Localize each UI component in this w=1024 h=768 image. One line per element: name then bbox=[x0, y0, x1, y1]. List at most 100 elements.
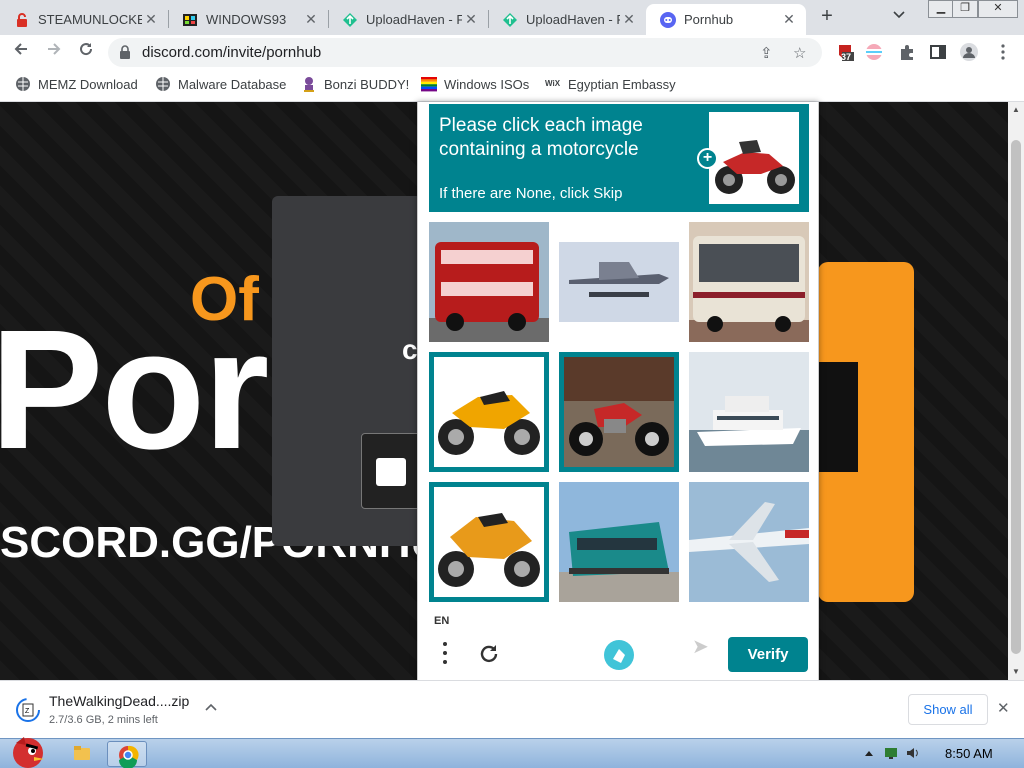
windows-taskbar: 8:50 AM bbox=[0, 737, 1024, 768]
captcha-tile-5[interactable] bbox=[559, 352, 679, 472]
close-tab-icon[interactable]: ✕ bbox=[142, 11, 160, 28]
bookmark-egyptian-embassy[interactable]: WiX Egyptian Embassy bbox=[545, 76, 676, 92]
browser-toolbar: discord.com/invite/pornhub ⇪ ☆ 37 bbox=[0, 35, 1024, 69]
tray-expand-arrow-icon[interactable] bbox=[862, 747, 876, 759]
tab-windows93[interactable]: WINDOWS93 ✕ bbox=[168, 4, 328, 35]
side-panel-icon[interactable] bbox=[929, 43, 947, 61]
network-status-icon[interactable] bbox=[884, 747, 898, 759]
scroll-up-arrow-icon[interactable]: ▲ bbox=[1008, 102, 1024, 118]
orange-logo-cutout bbox=[818, 362, 858, 472]
captcha-tile-8[interactable] bbox=[559, 482, 679, 602]
verify-button[interactable]: Verify bbox=[728, 637, 808, 672]
close-download-bar-icon[interactable]: ✕ bbox=[997, 699, 1010, 717]
close-tab-icon[interactable]: ✕ bbox=[462, 11, 480, 28]
example-zoom-plus-icon[interactable]: + bbox=[697, 148, 718, 169]
download-status: 2.7/3.6 GB, 2 mins left bbox=[49, 714, 158, 726]
tab-title: UploadHaven - F bbox=[366, 12, 462, 27]
taskbar-clock[interactable]: 8:50 AM bbox=[945, 746, 993, 761]
maximize-button[interactable]: ❐ bbox=[952, 0, 978, 18]
example-motorcycle-image bbox=[709, 112, 799, 204]
close-window-button[interactable]: ✕ bbox=[978, 0, 1018, 18]
browser-menu-icon[interactable] bbox=[994, 43, 1012, 61]
bookmark-memz[interactable]: MEMZ Download bbox=[15, 76, 138, 92]
mouse-cursor-icon: ➤ bbox=[692, 636, 709, 658]
challenge-menu-icon[interactable] bbox=[442, 640, 452, 673]
airplane-image bbox=[689, 482, 809, 602]
uploadhaven-favicon-icon bbox=[502, 12, 518, 28]
download-filename[interactable]: TheWalkingDead....zip bbox=[49, 693, 189, 709]
tab-title: WINDOWS93 bbox=[206, 12, 287, 27]
download-options-chevron-up-icon[interactable] bbox=[205, 699, 217, 714]
forward-button[interactable] bbox=[42, 40, 66, 64]
bookmark-malware-database[interactable]: Malware Database bbox=[155, 76, 286, 92]
globe-icon bbox=[15, 76, 31, 92]
folder-icon bbox=[74, 746, 90, 760]
language-selector[interactable]: EN bbox=[434, 615, 449, 627]
profile-avatar-icon[interactable] bbox=[960, 43, 978, 61]
lock-favicon-icon bbox=[14, 12, 30, 28]
captcha-tile-2[interactable] bbox=[559, 222, 679, 342]
hcaptcha-challenge: Please click each image containing a mot… bbox=[417, 102, 819, 682]
puzzle-extensions-icon[interactable] bbox=[898, 43, 916, 61]
reload-icon bbox=[80, 43, 93, 56]
captcha-tile-7[interactable] bbox=[429, 482, 549, 602]
new-tab-button[interactable]: + bbox=[815, 5, 839, 29]
close-tab-icon[interactable]: ✕ bbox=[780, 11, 798, 28]
invite-card-partial-text: c bbox=[402, 334, 418, 365]
zip-file-icon: Z bbox=[16, 698, 40, 722]
address-bar[interactable]: discord.com/invite/pornhub ⇪ ☆ bbox=[108, 38, 822, 67]
vertical-scrollbar[interactable]: ▲ ▼ bbox=[1008, 102, 1024, 680]
captcha-tile-4[interactable] bbox=[429, 352, 549, 472]
volume-icon[interactable] bbox=[906, 747, 920, 759]
taskbar-chrome-button[interactable] bbox=[107, 741, 147, 768]
tab-title: UploadHaven - F bbox=[526, 12, 620, 27]
close-tab-icon[interactable]: ✕ bbox=[302, 11, 320, 28]
arrow-right-icon bbox=[48, 43, 61, 55]
tab-search-button[interactable] bbox=[893, 7, 905, 22]
refresh-challenge-icon[interactable] bbox=[477, 642, 501, 673]
tab-uploadhaven-2[interactable]: UploadHaven - F ✕ bbox=[488, 4, 646, 35]
captcha-tile-1[interactable] bbox=[429, 222, 549, 342]
back-button[interactable] bbox=[9, 40, 33, 64]
wix-icon: WiX bbox=[545, 79, 561, 88]
pride-extension-icon[interactable] bbox=[865, 43, 883, 61]
captcha-tile-9[interactable] bbox=[689, 482, 809, 602]
tab-uploadhaven-1[interactable]: UploadHaven - F ✕ bbox=[328, 4, 488, 35]
share-icon[interactable]: ⇪ bbox=[760, 44, 773, 62]
taskbar-explorer-button[interactable] bbox=[62, 741, 102, 767]
motorcycle-image bbox=[434, 487, 544, 597]
bookmark-bonzi-buddy[interactable]: Bonzi BUDDY! bbox=[301, 76, 409, 92]
captcha-tile-3[interactable] bbox=[689, 222, 809, 342]
reload-button[interactable] bbox=[74, 40, 98, 64]
bookmark-label: Malware Database bbox=[178, 76, 287, 92]
show-all-downloads-button[interactable]: Show all bbox=[908, 694, 988, 725]
bus-image bbox=[689, 222, 809, 342]
yacht-image bbox=[689, 352, 809, 472]
bookmark-windows-isos[interactable]: Windows ISOs bbox=[421, 76, 529, 92]
train-image bbox=[559, 482, 679, 602]
captcha-tile-6[interactable] bbox=[689, 352, 809, 472]
arrow-left-icon bbox=[14, 43, 27, 55]
uploadhaven-favicon-icon bbox=[342, 12, 358, 28]
minimize-button[interactable]: ▁ bbox=[928, 0, 954, 18]
video-icon bbox=[376, 458, 406, 486]
bookmark-star-icon[interactable]: ☆ bbox=[793, 44, 806, 62]
seaplane-image bbox=[559, 222, 679, 342]
challenge-prompt: Please click each image containing a mot… bbox=[439, 115, 643, 160]
bookmark-label: MEMZ Download bbox=[38, 76, 138, 92]
start-button-angry-bird-icon[interactable] bbox=[4, 733, 46, 768]
close-tab-icon[interactable]: ✕ bbox=[620, 11, 638, 28]
tab-steamunlocked[interactable]: STEAMUNLOCKED ✕ bbox=[0, 4, 168, 35]
scrollbar-thumb[interactable] bbox=[1011, 140, 1021, 654]
bookmark-label: Egyptian Embassy bbox=[568, 76, 676, 92]
chrome-icon bbox=[119, 745, 139, 768]
svg-text:Z: Z bbox=[25, 708, 30, 715]
rainbow-flag-icon bbox=[421, 76, 437, 92]
tab-strip: STEAMUNLOCKED ✕ WINDOWS93 ✕ UploadHaven … bbox=[0, 0, 1024, 35]
download-bar: Z TheWalkingDead....zip 2.7/3.6 GB, 2 mi… bbox=[0, 680, 1024, 738]
extension-badge-icon[interactable]: 37 bbox=[836, 43, 854, 62]
scroll-down-arrow-icon[interactable]: ▼ bbox=[1008, 664, 1024, 680]
tab-pornhub[interactable]: Pornhub ✕ bbox=[646, 4, 806, 35]
tab-title: STEAMUNLOCKED bbox=[38, 12, 142, 27]
video-thumbnail[interactable] bbox=[361, 433, 421, 509]
